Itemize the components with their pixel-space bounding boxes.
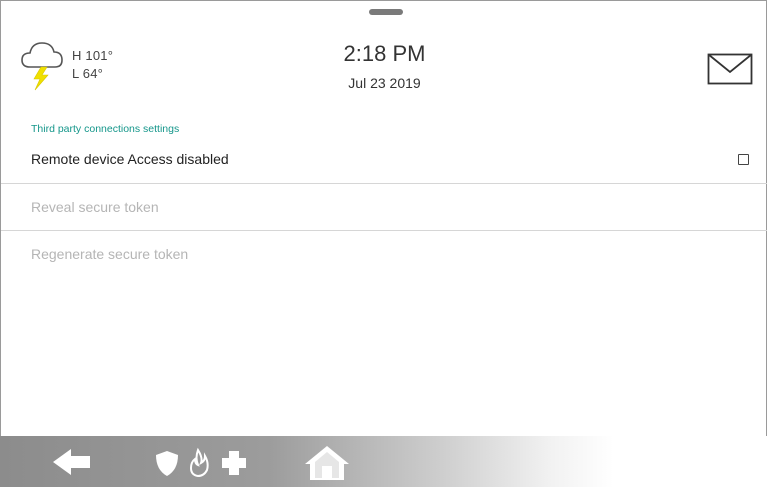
regenerate-token-item[interactable]: Regenerate secure token xyxy=(31,246,188,262)
section-title: Third party connections settings xyxy=(31,123,180,135)
current-date: Jul 23 2019 xyxy=(348,75,421,91)
home-icon[interactable] xyxy=(303,442,351,482)
plus-icon[interactable] xyxy=(218,442,250,482)
back-arrow-icon[interactable] xyxy=(50,442,94,482)
bottom-navigation-bar xyxy=(0,436,767,487)
envelope-icon[interactable] xyxy=(707,53,753,85)
panel-frame: H 101° L 64° 2:18 PM Jul 23 2019 Third p… xyxy=(0,0,767,487)
remote-access-label[interactable]: Remote device Access disabled xyxy=(31,151,229,167)
reveal-token-item[interactable]: Reveal secure token xyxy=(31,199,159,215)
divider xyxy=(1,183,767,184)
divider xyxy=(1,230,767,231)
remote-access-checkbox[interactable] xyxy=(738,154,749,165)
pull-down-handle[interactable] xyxy=(369,9,403,15)
shield-icon[interactable] xyxy=(154,442,180,482)
fire-icon[interactable] xyxy=(188,442,210,482)
current-time: 2:18 PM xyxy=(343,41,426,66)
